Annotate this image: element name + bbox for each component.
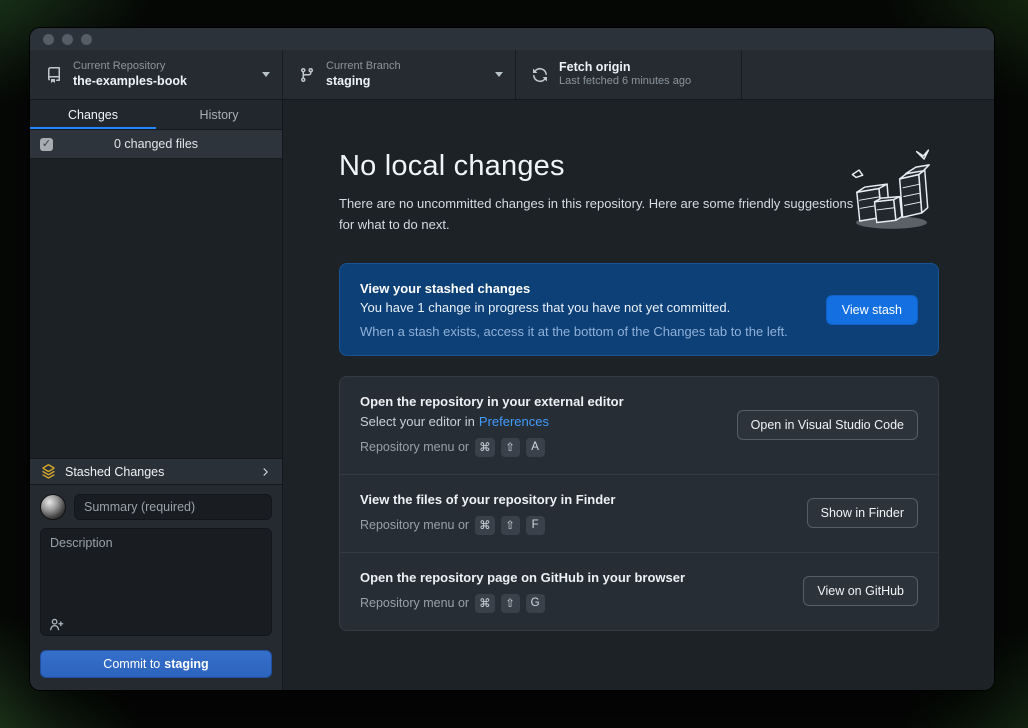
zoom-window-button[interactable]: [81, 34, 92, 45]
cmd-key-icon: ⌘: [475, 516, 495, 535]
repo-book-icon: [46, 67, 62, 83]
view-on-github-button[interactable]: View on GitHub: [803, 576, 918, 606]
shortcut-hint: Repository menu or ⌘ ⇧ A: [360, 438, 721, 457]
toolbar: Current Repository the-examples-book Cur…: [30, 50, 994, 100]
sync-icon: [532, 67, 548, 83]
shift-key-icon: ⇧: [501, 438, 520, 457]
stashed-changes-label: Stashed Changes: [65, 465, 250, 479]
changed-files-list[interactable]: [30, 159, 282, 458]
changed-files-header: ✓ 0 changed files: [30, 130, 282, 159]
shortcut-hint: Repository menu or ⌘ ⇧ G: [360, 594, 787, 613]
suggestion-title: Open the repository in your external edi…: [360, 394, 721, 409]
letter-key: A: [526, 438, 545, 457]
view-stash-button[interactable]: View stash: [826, 295, 918, 325]
sidebar-tabbar: Changes History: [30, 100, 282, 130]
cmd-key-icon: ⌘: [475, 438, 495, 457]
commit-button[interactable]: Commit to staging: [40, 650, 272, 678]
toolbar-spacer: [742, 50, 994, 99]
app-body: Changes History ✓ 0 changed files Stashe…: [30, 100, 994, 690]
stash-card-line1: You have 1 change in progress that you h…: [360, 300, 810, 315]
tab-history[interactable]: History: [156, 100, 282, 129]
fetch-origin-button[interactable]: Fetch origin Last fetched 6 minutes ago: [516, 50, 742, 99]
suggestion-view-on-github: Open the repository page on GitHub in yo…: [340, 552, 938, 630]
editor-hint-text: Select your editor in: [360, 414, 475, 429]
changed-files-count: 0 changed files: [53, 137, 259, 151]
no-local-changes-view: No local changes There are no uncommitte…: [283, 100, 994, 690]
description-input[interactable]: [40, 528, 272, 636]
suggestion-title: Open the repository page on GitHub in yo…: [360, 570, 787, 585]
sidebar: Changes History ✓ 0 changed files Stashe…: [30, 100, 283, 690]
shift-key-icon: ⇧: [501, 516, 520, 535]
commit-form: Commit to staging: [30, 485, 282, 690]
commit-button-prefix: Commit to: [103, 657, 160, 671]
page-subtitle: There are no uncommitted changes in this…: [339, 194, 861, 236]
commit-button-branch: staging: [164, 657, 208, 671]
fetch-origin-label: Fetch origin: [559, 60, 691, 76]
minimize-window-button[interactable]: [62, 34, 73, 45]
cmd-key-icon: ⌘: [475, 594, 495, 613]
titlebar: [30, 28, 994, 50]
preferences-link[interactable]: Preferences: [479, 414, 549, 429]
current-branch-button[interactable]: Current Branch staging: [283, 50, 516, 99]
summary-input[interactable]: [74, 494, 272, 520]
shortcut-menu-text: Repository menu or: [360, 518, 469, 532]
shift-key-icon: ⇧: [501, 594, 520, 613]
current-repository-button[interactable]: Current Repository the-examples-book: [30, 50, 283, 99]
suggestion-show-in-finder: View the files of your repository in Fin…: [340, 474, 938, 552]
github-desktop-window: Current Repository the-examples-book Cur…: [30, 28, 994, 690]
stack-icon: [41, 464, 56, 479]
open-in-editor-button[interactable]: Open in Visual Studio Code: [737, 410, 918, 440]
current-repository-value: the-examples-book: [73, 74, 187, 90]
shortcut-menu-text: Repository menu or: [360, 596, 469, 610]
stash-card-line2: When a stash exists, access it at the bo…: [360, 324, 810, 339]
suggestion-editor-hint: Select your editor in Preferences: [360, 414, 721, 429]
letter-key: G: [526, 594, 545, 613]
tab-changes[interactable]: Changes: [30, 100, 156, 129]
select-all-checkbox[interactable]: ✓: [40, 138, 53, 151]
current-repository-label: Current Repository: [73, 60, 187, 74]
suggestion-open-editor: Open the repository in your external edi…: [340, 377, 938, 474]
suggestion-title: View the files of your repository in Fin…: [360, 492, 791, 507]
stashed-changes-card: View your stashed changes You have 1 cha…: [339, 263, 939, 356]
stashed-changes-row[interactable]: Stashed Changes: [30, 458, 282, 485]
shortcut-hint: Repository menu or ⌘ ⇧ F: [360, 516, 791, 535]
add-coauthor-icon[interactable]: [49, 617, 64, 632]
desktop-backdrop: Current Repository the-examples-book Cur…: [0, 0, 1028, 728]
suggestions-list: Open the repository in your external edi…: [339, 376, 939, 631]
newspaper-stack-illustration: [845, 142, 941, 238]
letter-key: F: [526, 516, 545, 535]
chevron-right-icon: [259, 466, 271, 478]
current-branch-label: Current Branch: [326, 60, 401, 74]
fetch-origin-status: Last fetched 6 minutes ago: [559, 75, 691, 89]
current-branch-value: staging: [326, 74, 401, 90]
close-window-button[interactable]: [43, 34, 54, 45]
chevron-down-icon: [262, 72, 270, 77]
shortcut-menu-text: Repository menu or: [360, 440, 469, 454]
show-in-finder-button[interactable]: Show in Finder: [807, 498, 918, 528]
chevron-down-icon: [495, 72, 503, 77]
git-branch-icon: [299, 67, 315, 83]
user-avatar: [40, 494, 66, 520]
stash-card-title: View your stashed changes: [360, 281, 810, 296]
